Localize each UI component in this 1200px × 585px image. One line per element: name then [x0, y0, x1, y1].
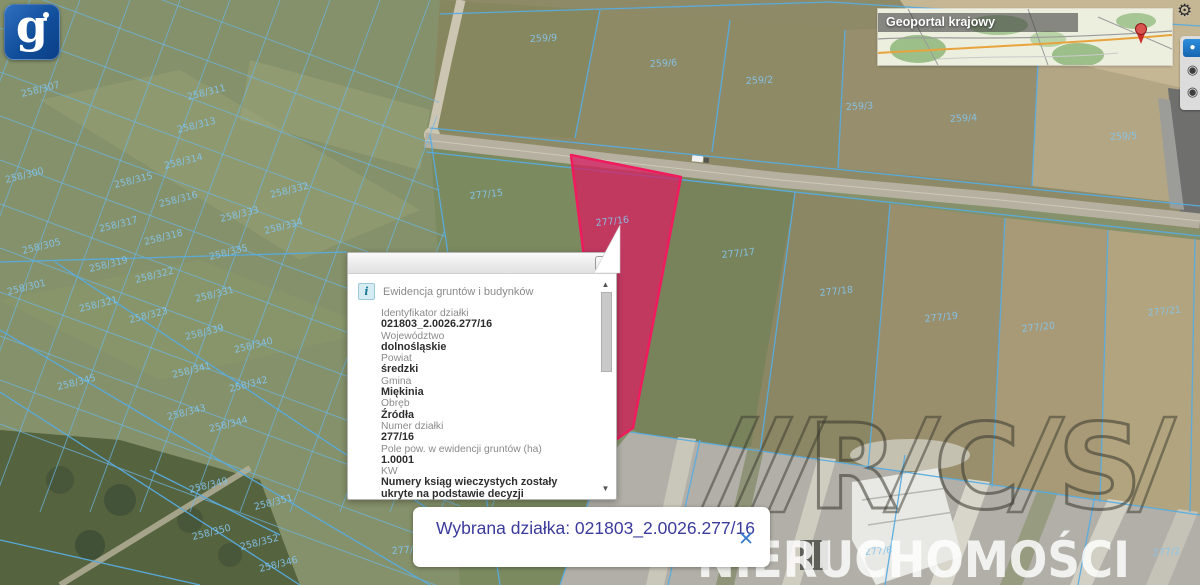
popup-fields: Identyfikator działki 021803_2.0026.277/1… — [381, 308, 590, 500]
round-tool-button-2[interactable]: ◉ — [1183, 83, 1200, 101]
round-tool-button-1[interactable]: ◉ — [1183, 61, 1200, 79]
parcel-info-popup: × i Ewidencja gruntów i budynków Identyf… — [347, 224, 621, 500]
minimap-title-bar: Geoportal krajowy — [878, 13, 1078, 32]
scroll-up-icon[interactable]: ▲ — [600, 280, 611, 289]
watermark-letter: S — [1058, 398, 1143, 536]
field-value: Numery ksiąg wieczystych zostały ukryte … — [381, 476, 558, 500]
popup-title-bar[interactable] — [348, 253, 616, 274]
geoportal-app: 258/307 258/311 258/313 258/314 258/315 258/3… — [0, 0, 1200, 585]
parcel-label: 259/2 — [746, 75, 774, 87]
selected-parcel-label: Wybrana działka: 021803_2.0026.277/16 — [436, 518, 755, 538]
minimap-title: Geoportal krajowy — [886, 15, 996, 29]
parcel-label: 277/2 — [1152, 546, 1180, 559]
map-tool-panel: ● ◉ ◉ — [1180, 36, 1200, 110]
selected-parcel-bar: Wybrana działka: 021803_2.0026.277/16 ✕ — [413, 507, 770, 567]
field-value: Miękinia — [381, 386, 424, 399]
layers-active-button[interactable]: ● — [1183, 39, 1200, 57]
field-value: 021803_2.0026.277/16 — [381, 318, 493, 331]
logo-letter: g — [15, 0, 49, 53]
field-value: dolnośląskie — [381, 340, 447, 353]
watermark-letter: R — [808, 398, 899, 536]
watermark-letter: C — [934, 398, 1021, 536]
field-value: Źródła — [381, 408, 414, 421]
scrollbar-thumb[interactable] — [601, 292, 612, 372]
logo-dot-icon — [43, 12, 49, 18]
field-value: średzki — [381, 363, 419, 376]
info-icon: i — [358, 283, 375, 300]
selection-close-icon[interactable]: ✕ — [738, 528, 754, 550]
popup-pointer — [593, 224, 621, 274]
field-value: 1.0001 — [381, 453, 415, 466]
parcel-label: 259/4 — [950, 113, 978, 125]
parcel-label: 259/5 — [1110, 131, 1138, 143]
parcel-label: 259/6 — [650, 58, 678, 70]
scroll-down-icon[interactable]: ▼ — [600, 484, 611, 493]
geoportal-logo[interactable]: g — [4, 0, 60, 60]
field-label: Obręb — [381, 398, 410, 410]
field-value: 277/16 — [381, 431, 415, 444]
overview-minimap[interactable]: Geoportal krajowy — [878, 9, 1172, 65]
parcel-label: 259/9 — [530, 33, 558, 45]
popup-title: Ewidencja gruntów i budynków — [383, 285, 534, 298]
parcel-label: 259/3 — [846, 101, 874, 113]
gear-icon[interactable]: ⚙ — [1177, 1, 1192, 21]
popup-scrollbar[interactable]: ▲ ▼ — [600, 280, 612, 493]
